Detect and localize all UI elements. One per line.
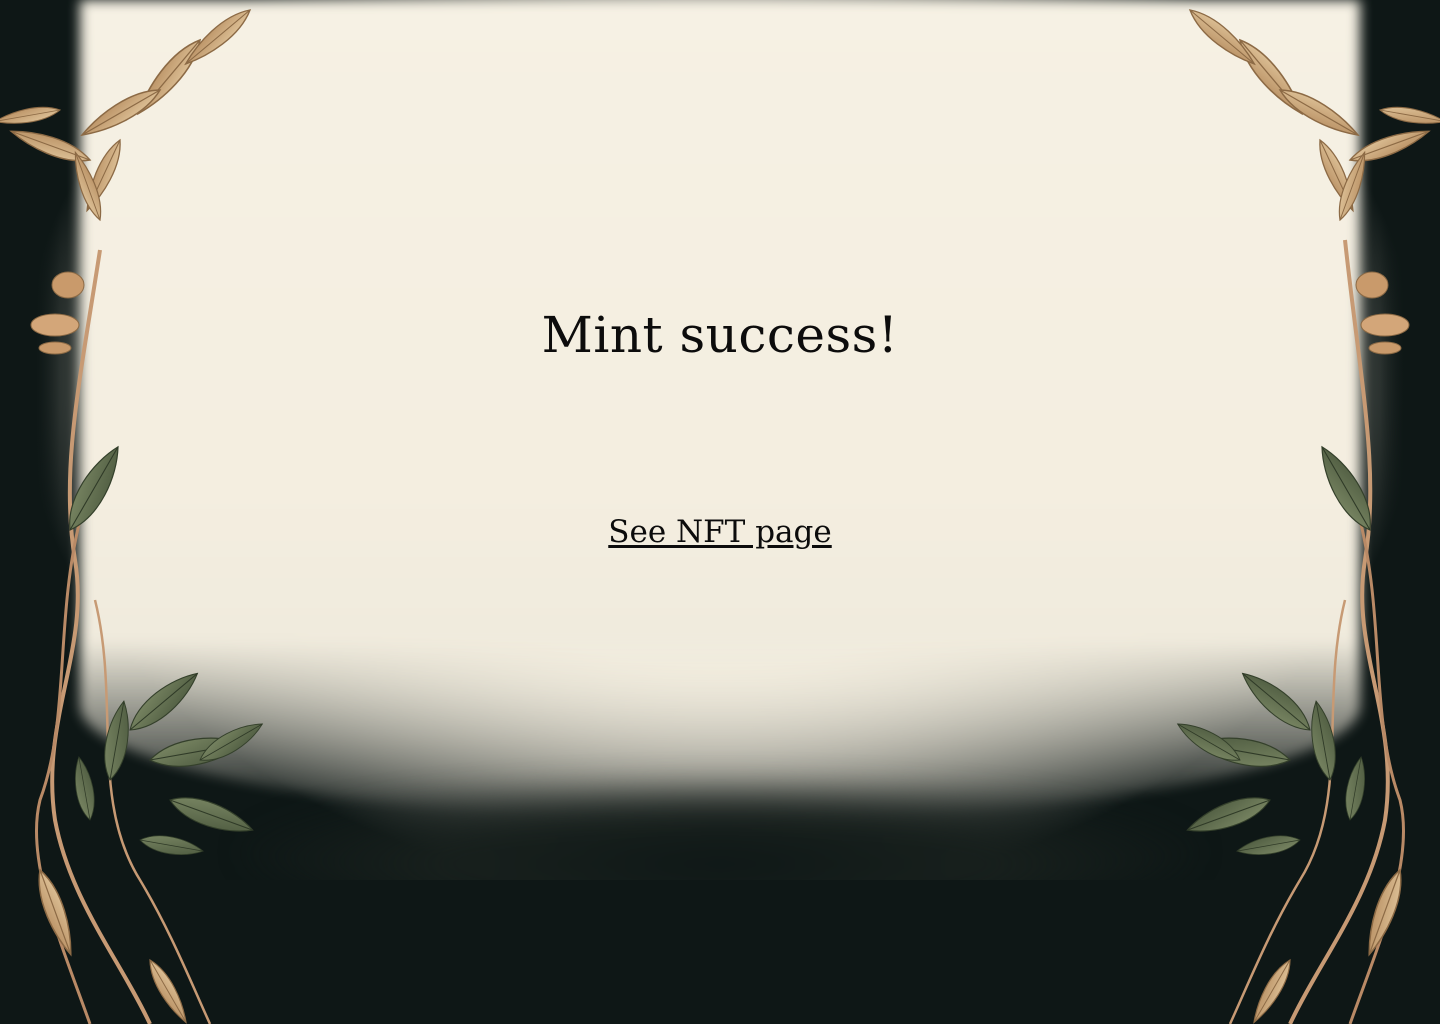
nft-link-container: See NFT page	[0, 514, 1440, 550]
success-content: Mint success! See NFT page	[0, 0, 1440, 1024]
see-nft-page-link[interactable]: See NFT page	[608, 514, 831, 550]
page-title: Mint success!	[541, 306, 899, 364]
page-stage: Mint success! See NFT page	[0, 0, 1440, 1024]
